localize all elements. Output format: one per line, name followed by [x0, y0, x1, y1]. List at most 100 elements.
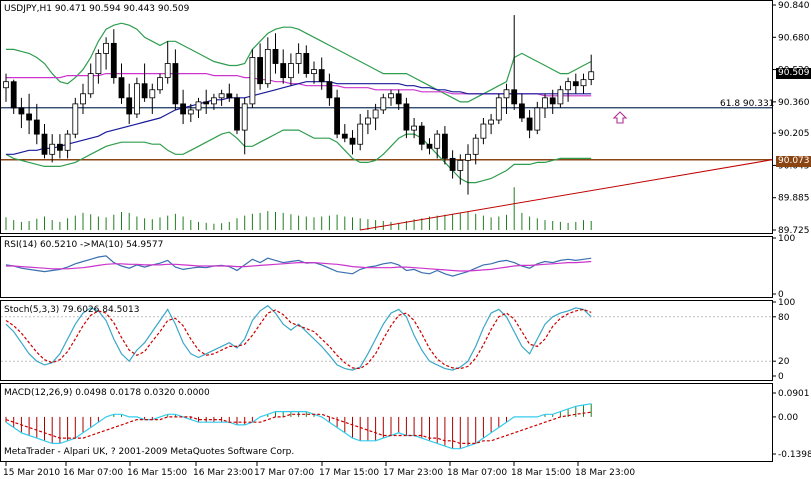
time-axis-label: 17 Mar 15:00: [319, 468, 379, 478]
candle-body: [311, 69, 317, 75]
candle-body: [234, 97, 240, 131]
price-axis-label: 90.360: [778, 98, 810, 108]
candle-body: [418, 125, 425, 145]
main-pane-label: USDJPY,H1 90.471 90.594 90.443 90.509: [4, 4, 190, 14]
support-price-tag: 90.073: [776, 156, 811, 167]
candle-body: [411, 125, 418, 131]
candle-body: [549, 97, 556, 105]
candle-body: [164, 63, 171, 79]
candle-body: [503, 89, 510, 99]
time-axis-label: 15 Mar 2010: [3, 468, 60, 478]
time-axis-label: 16 Mar 23:00: [193, 468, 253, 478]
candle-body: [349, 137, 356, 145]
candle-body: [434, 133, 441, 149]
macd-pane-label: MACD(12,26,9) 0.0498 0.0178 0.0320 0.000…: [4, 388, 210, 398]
main-pane-frame: [0, 0, 773, 234]
fibonacci-label: 61.8 90.331: [720, 99, 775, 109]
candle-body: [87, 73, 94, 95]
candle-body: [334, 97, 341, 135]
candle-body: [133, 83, 140, 115]
time-axis-label: 18 Mar 07:00: [447, 468, 507, 478]
candle-body: [57, 143, 63, 151]
candle-body: [218, 93, 225, 99]
candle-body: [472, 137, 479, 155]
candle-body: [495, 97, 502, 121]
time-axis-label: 16 Mar 15:00: [127, 468, 187, 478]
candle-body: [388, 93, 394, 99]
candle-body: [295, 53, 302, 64]
candle-body: [357, 123, 364, 145]
candle-body: [187, 109, 194, 115]
up-arrow-icon: [612, 111, 628, 124]
candle-body: [103, 42, 109, 54]
candle-body: [511, 89, 518, 105]
price-axis-label: 90.680: [778, 33, 810, 43]
candle-body: [10, 81, 17, 109]
rsi-pane-label: RSI(14) 60.5210 ->MA(10) 54.9577: [4, 240, 164, 250]
candle-body: [488, 119, 495, 125]
candle-body: [157, 77, 163, 91]
macd-main-line: [5, 403, 592, 450]
candle-body: [341, 133, 348, 139]
candle-body: [118, 77, 125, 99]
candle-body: [534, 107, 541, 131]
candle-body: [210, 97, 217, 105]
macd-plot: [5, 403, 592, 450]
trendline: [360, 159, 773, 231]
candle-body: [572, 81, 579, 87]
macd-axis-label: -0.1398: [778, 450, 811, 460]
macd-axis-label: 0.00: [778, 413, 798, 423]
candle-body: [588, 71, 595, 80]
candle-body: [172, 63, 179, 105]
price-axis-label: 90.840: [778, 1, 810, 11]
candle-body: [149, 89, 156, 99]
candle-body: [226, 93, 233, 99]
candle-body: [126, 97, 133, 115]
candle-body: [241, 103, 248, 131]
candle-body: [180, 103, 187, 115]
candle-body: [272, 48, 279, 64]
candle-body: [72, 103, 79, 135]
candle-body: [95, 53, 102, 75]
stoch-axis-label: 20: [778, 357, 790, 367]
macd-axis-label: 0.0901: [778, 389, 810, 399]
candle-body: [203, 101, 210, 105]
candle-body: [403, 103, 410, 131]
current-price-tag: 90.509: [776, 68, 811, 79]
candle-body: [542, 97, 548, 109]
candle-body: [3, 81, 9, 89]
rsi-axis-label: 100: [778, 234, 795, 244]
footer-copyright: MetaTrader - Alpari UK, ? 2001-2009 Meta…: [4, 447, 295, 457]
time-axis-label: 16 Mar 07:00: [63, 468, 123, 478]
candle-body: [257, 57, 264, 85]
candle-body: [110, 42, 117, 79]
candle-body: [372, 109, 379, 119]
candle-body: [364, 117, 371, 125]
price-axis-label: 90.205: [778, 129, 810, 139]
stoch-axis-label: 80: [778, 313, 790, 323]
time-axis-label: 17 Mar 23:00: [383, 468, 443, 478]
candle-body: [18, 107, 25, 115]
ma-slow-line: [6, 72, 592, 97]
rsi-plot: [5, 255, 592, 277]
candle-body: [141, 83, 148, 99]
candle-body: [26, 113, 33, 121]
candle-body: [33, 119, 40, 135]
candle-body: [565, 81, 571, 91]
candle-body: [480, 123, 487, 139]
candle-body: [395, 93, 402, 105]
candle-body: [249, 57, 256, 105]
candle-body: [303, 53, 310, 75]
candle-body: [580, 79, 587, 87]
time-axis-label: 17 Mar 07:00: [254, 468, 314, 478]
rsi-ma-line: [6, 260, 592, 272]
candle-body: [465, 153, 471, 161]
stoch-axis-label: 100: [778, 298, 795, 308]
candle-body: [441, 133, 448, 159]
metatrader-chart-window: 90.84090.68090.52090.36090.20590.04589.8…: [0, 0, 811, 479]
stoch-axis-label: 0: [778, 372, 784, 382]
candle-body: [49, 143, 56, 155]
stoch-pane-label: Stoch(5,3,3) 79.6026 84.5013: [4, 305, 140, 315]
candle-body: [80, 93, 86, 105]
candle-body: [449, 157, 456, 171]
